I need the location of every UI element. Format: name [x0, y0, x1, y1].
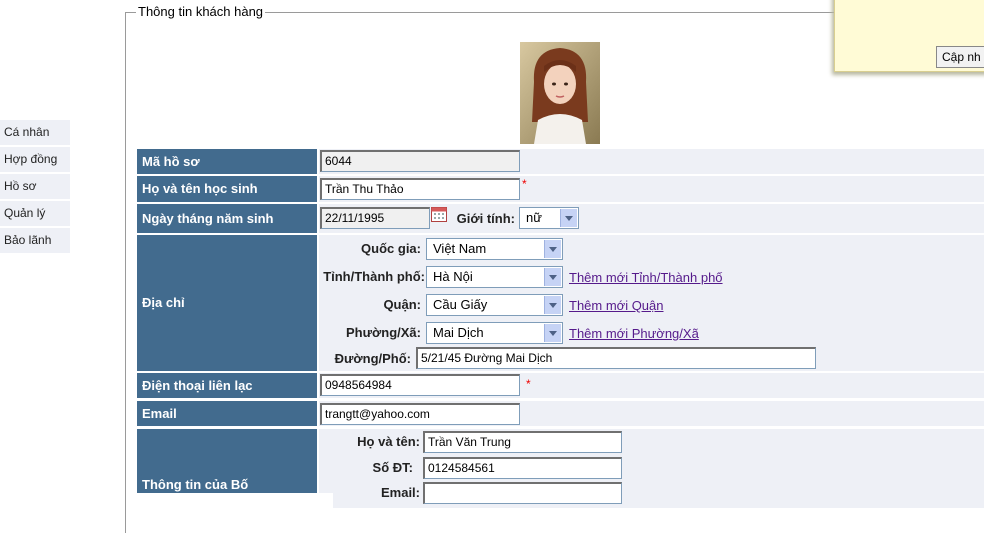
- tinh-label: Tỉnh/Thành phố:: [323, 269, 425, 284]
- calendar-icon[interactable]: [431, 207, 447, 222]
- add-province-link[interactable]: Thêm mới Tỉnh/Thành phố: [569, 270, 723, 285]
- gioi-tinh-select[interactable]: nữ: [519, 207, 579, 229]
- quoc-gia-select[interactable]: Việt Nam: [426, 238, 563, 260]
- bo-so-dt-label: Số ĐT:: [372, 460, 413, 475]
- ngay-sinh-input[interactable]: 22/11/1995: [320, 207, 430, 229]
- bo-ho-ten-input[interactable]: Trần Văn Trung: [423, 431, 622, 453]
- required-marker: *: [522, 177, 527, 191]
- side-menu-item-bao-lanh[interactable]: Bảo lãnh: [0, 228, 70, 253]
- label-email: Email: [137, 401, 317, 426]
- bo-so-dt-input[interactable]: 0124584561: [423, 457, 622, 479]
- bo-ho-ten-label: Họ và tên:: [357, 434, 420, 449]
- duong-label: Đường/Phố:: [334, 351, 411, 366]
- quoc-gia-label: Quốc gia:: [361, 241, 421, 256]
- row-background: [137, 493, 333, 508]
- quan-label: Quận:: [383, 297, 421, 312]
- chevron-down-icon: [544, 296, 561, 314]
- student-photo: [520, 42, 600, 144]
- label-ma-ho-so: Mã hồ sơ: [137, 149, 317, 174]
- label-ho-ten: Họ và tên học sinh: [137, 176, 317, 202]
- dien-thoai-input[interactable]: 0948564984: [320, 374, 520, 396]
- chevron-down-icon: [544, 240, 561, 258]
- fieldset-legend: Thông tin khách hàng: [136, 4, 266, 19]
- side-menu-item-quan-ly[interactable]: Quản lý: [0, 201, 70, 226]
- tinh-select[interactable]: Hà Nội: [426, 266, 563, 288]
- phuong-label: Phường/Xã:: [346, 325, 421, 340]
- gioi-tinh-value: nữ: [526, 210, 542, 225]
- tinh-value: Hà Nội: [433, 269, 473, 284]
- bo-email-input[interactable]: [423, 482, 622, 504]
- quan-value: Cầu Giấy: [433, 297, 488, 312]
- chevron-down-icon: [544, 268, 561, 286]
- label-thong-tin-bo: Thông tin của Bố: [137, 429, 317, 493]
- bo-email-label: Email:: [380, 485, 420, 500]
- chevron-down-icon: [560, 209, 577, 227]
- phuong-value: Mai Dịch: [433, 325, 484, 340]
- ho-ten-input[interactable]: Trần Thu Thảo: [320, 178, 520, 200]
- side-menu-item-ca-nhan[interactable]: Cá nhân: [0, 120, 70, 145]
- label-ngay-sinh: Ngày tháng năm sinh: [137, 204, 317, 233]
- duong-input[interactable]: 5/21/45 Đường Mai Dịch: [416, 347, 816, 369]
- side-menu-item-ho-so[interactable]: Hồ sơ: [0, 174, 70, 199]
- label-dien-thoai: Điện thoại liên lạc: [137, 373, 317, 398]
- side-menu: Cá nhân Hợp đồng Hồ sơ Quản lý Bảo lãnh: [0, 120, 70, 255]
- label-dia-chi: Địa chỉ: [137, 235, 317, 371]
- chevron-down-icon: [544, 324, 561, 342]
- add-ward-link[interactable]: Thêm mới Phường/Xã: [569, 326, 699, 341]
- gioi-tinh-label: Giới tính:: [456, 211, 515, 226]
- phuong-select[interactable]: Mai Dịch: [426, 322, 563, 344]
- update-button[interactable]: Cập nh: [936, 46, 984, 68]
- side-menu-item-hop-dong[interactable]: Hợp đồng: [0, 147, 70, 172]
- email-input[interactable]: trangtt@yahoo.com: [320, 403, 520, 425]
- quoc-gia-value: Việt Nam: [433, 241, 487, 256]
- quan-select[interactable]: Cầu Giấy: [426, 294, 563, 316]
- required-marker: *: [526, 377, 531, 391]
- ma-ho-so-field[interactable]: 6044: [320, 150, 520, 172]
- add-district-link[interactable]: Thêm mới Quận: [569, 298, 664, 313]
